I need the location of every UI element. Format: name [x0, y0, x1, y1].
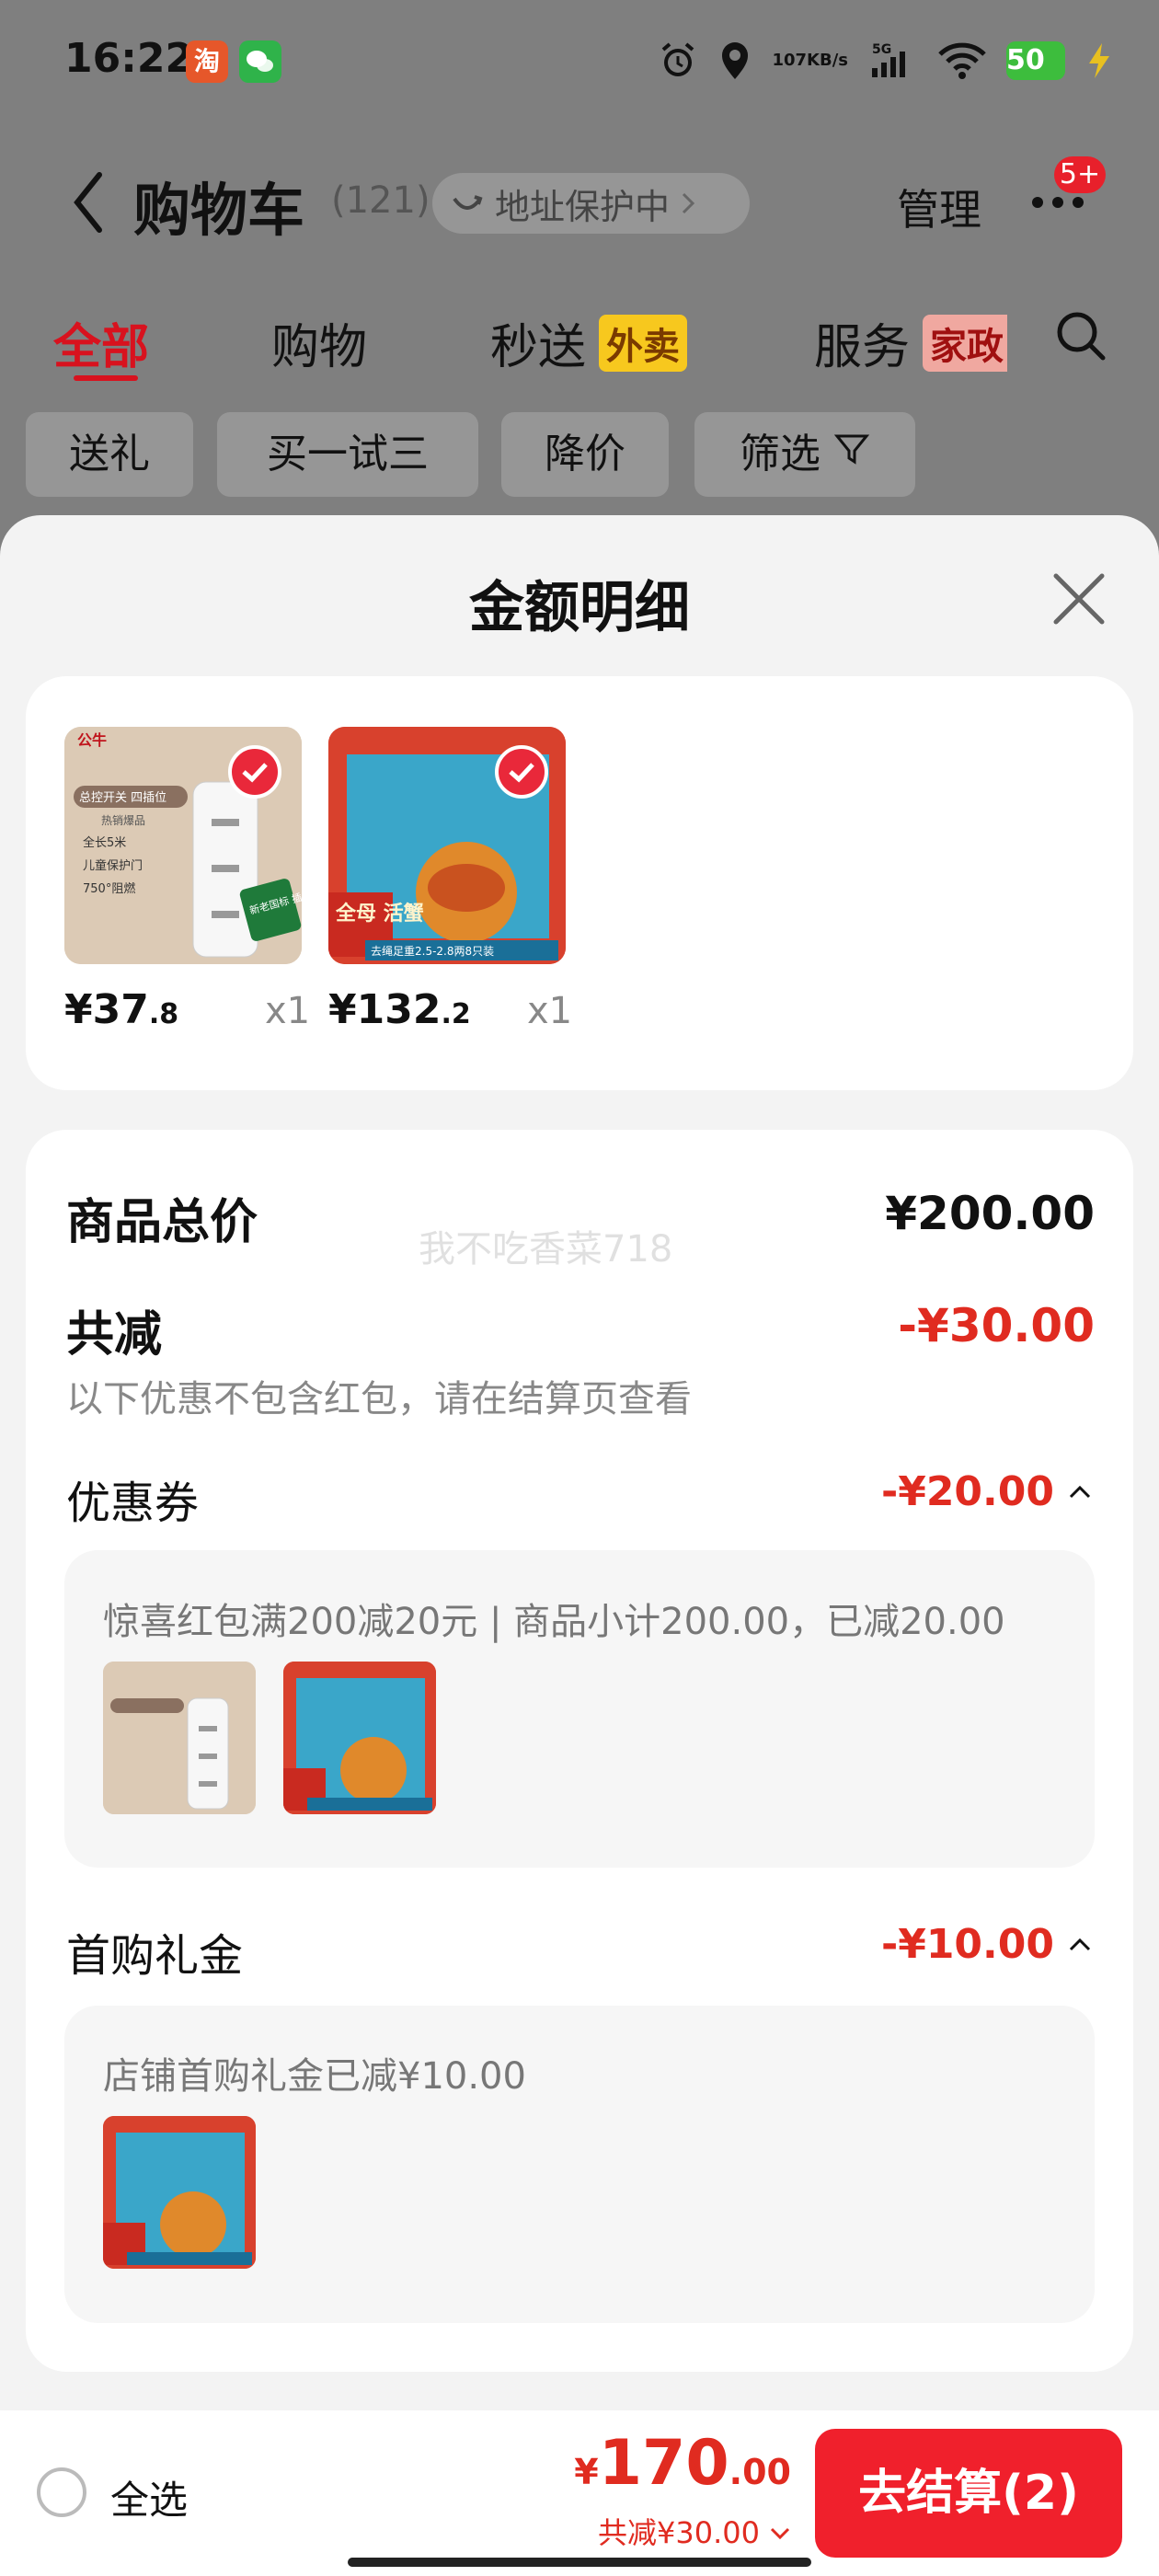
tab-services-label: 服务	[814, 320, 911, 375]
wifi-icon	[938, 41, 986, 80]
chevron-down-icon	[769, 2513, 791, 2548]
filter-button[interactable]: 筛选	[694, 412, 915, 497]
total-discount: 共减¥30.00	[598, 2515, 760, 2550]
chevron-up-icon	[1067, 1483, 1093, 1501]
tab-active-indicator	[74, 375, 138, 381]
page-title: 购物车	[133, 177, 305, 244]
net-speed: 107 KB/s	[772, 51, 848, 70]
search-icon[interactable]	[1053, 308, 1108, 363]
product-2-check-icon[interactable]	[495, 745, 548, 799]
svg-text:全母 活蟹: 全母 活蟹	[335, 902, 424, 926]
close-icon[interactable]	[1049, 569, 1109, 629]
product-1-check-icon[interactable]	[228, 745, 281, 799]
filter-label: 筛选	[740, 431, 820, 477]
filter-price-drop[interactable]: 降价	[501, 412, 669, 497]
svg-text:儿童保护门: 儿童保护门	[83, 858, 143, 873]
manage-button[interactable]: 管理	[897, 177, 981, 237]
tab-shopping[interactable]: 购物	[271, 308, 367, 377]
product-1-qty: x1	[265, 990, 311, 1032]
total-value: ¥200.00	[885, 1187, 1095, 1240]
charging-icon	[1085, 41, 1113, 80]
gift-thumb-crab	[103, 2116, 256, 2269]
address-protection-label: 地址保护中	[495, 186, 671, 227]
status-bar: 16:22 淘 107 KB/s 5G 50	[0, 0, 1159, 120]
svg-text:5G: 5G	[872, 42, 891, 57]
gift-desc: 店铺首购礼金已减¥10.00	[103, 2055, 526, 2098]
chevron-right-icon	[681, 183, 695, 224]
location-icon	[718, 40, 752, 81]
watermark: 我不吃香菜718	[419, 1228, 673, 1271]
sheet-title: 金额明细	[469, 576, 690, 640]
tab-instant-delivery[interactable]: 秒送 外卖	[490, 308, 688, 377]
address-protection-pill[interactable]: 地址保护中	[432, 173, 750, 234]
coupon-label: 优惠券	[66, 1478, 200, 1529]
coupon-desc: 惊喜红包满200减20元 | 商品小计200.00，已减20.00	[103, 1601, 1005, 1643]
home-indicator	[348, 2558, 811, 2567]
svg-text:全长5米: 全长5米	[83, 835, 126, 850]
total-price: ¥170.00	[574, 2427, 791, 2500]
tab-instant-delivery-label: 秒送	[490, 320, 587, 375]
back-icon[interactable]	[66, 166, 112, 239]
filter-gift[interactable]: 送礼	[26, 412, 193, 497]
funnel-icon	[833, 412, 870, 497]
tab-all[interactable]: 全部	[53, 308, 149, 377]
first-purchase-gift-value: -¥10.00	[880, 1921, 1054, 1968]
coupon-thumb-crab	[283, 1662, 436, 1814]
taobao-app-icon: 淘	[186, 40, 228, 83]
coupon-toggle[interactable]: -¥20.00	[881, 1468, 1093, 1515]
tab-services[interactable]: 服务 家政	[814, 308, 1007, 377]
battery-icon: 50	[1006, 41, 1065, 80]
first-purchase-gift-label: 首购礼金	[66, 1930, 244, 1982]
svg-text:750°阻燃: 750°阻燃	[83, 881, 135, 896]
discount-value: -¥30.00	[898, 1299, 1095, 1352]
takeout-tag: 外卖	[599, 314, 688, 372]
svg-text:热销爆品: 热销爆品	[101, 814, 145, 827]
gift-toggle[interactable]: -¥10.00	[881, 1921, 1093, 1968]
notification-badge: 5+	[1054, 156, 1106, 193]
product-2-price: ¥132.2	[328, 986, 471, 1033]
smile-icon	[451, 183, 484, 224]
svg-text:公牛: 公牛	[77, 731, 107, 749]
housekeeping-tag: 家政	[923, 314, 1007, 372]
select-all-label[interactable]: 全选	[110, 2469, 188, 2525]
wechat-app-icon	[239, 40, 281, 83]
product-1-price: ¥37.8	[64, 986, 179, 1033]
coupon-thumb-power-strip	[103, 1662, 256, 1814]
total-discount-toggle[interactable]: 共减¥30.00	[598, 2510, 791, 2552]
checkout-button[interactable]: 去结算(2)	[815, 2429, 1122, 2558]
filter-try-three[interactable]: 买一试三	[217, 412, 478, 497]
svg-text:去绳足重2.5-2.8两8只装: 去绳足重2.5-2.8两8只装	[371, 945, 494, 958]
product-2-qty: x1	[527, 990, 573, 1032]
chevron-up-icon	[1067, 1936, 1093, 1954]
coupon-value: -¥20.00	[880, 1468, 1054, 1515]
alarm-icon	[658, 40, 698, 81]
select-all-radio[interactable]	[37, 2467, 86, 2517]
discount-label: 共减	[66, 1307, 163, 1363]
clock: 16:22	[64, 35, 194, 82]
cart-count: (121)	[331, 179, 430, 222]
cell-signal-icon: 5G	[868, 40, 918, 81]
status-icons: 107 KB/s 5G 50	[658, 37, 1113, 85]
discount-note: 以下优惠不包含红包，请在结算页查看	[66, 1378, 692, 1420]
total-label: 商品总价	[66, 1195, 258, 1250]
svg-text:总控开关 四插位: 总控开关 四插位	[79, 791, 166, 805]
